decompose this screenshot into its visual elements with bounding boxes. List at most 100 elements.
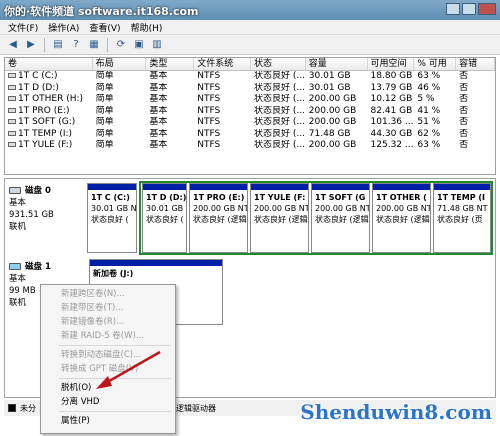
menu-new-mirrored-volume[interactable]: 新建镜像卷(R)... bbox=[41, 315, 175, 329]
settings-icon[interactable]: ▣ bbox=[132, 38, 146, 52]
partition-label: 1T C (C:) bbox=[91, 193, 130, 202]
volume-list: 卷 布局 类型 文件系统 状态 容量 可用空间 % 可用 容错 1T C (C:… bbox=[4, 57, 496, 175]
partition-g[interactable]: 1T SOFT (G 200.00 GB NT 状态良好 (逻辑 bbox=[311, 183, 370, 253]
menu-properties[interactable]: 属性(P) bbox=[41, 414, 175, 428]
partition-size: 71.48 GB NT bbox=[437, 204, 488, 213]
cell-free: 125.32 ... bbox=[370, 140, 414, 150]
cell-filesystem: NTFS bbox=[197, 140, 221, 150]
partition-i[interactable]: 1T TEMP (I 71.48 GB NT 状态良好 (页 bbox=[433, 183, 491, 253]
cell-status: 状态良好 (... bbox=[254, 94, 305, 104]
disk0-type: 基本 bbox=[9, 198, 27, 208]
menu-view[interactable]: 查看(V) bbox=[89, 21, 120, 34]
partition-size: 200.00 GB NT bbox=[376, 204, 430, 213]
maximize-button[interactable] bbox=[462, 3, 476, 15]
partition-label: 1T TEMP (I bbox=[437, 193, 485, 202]
col-header-status[interactable]: 状态 bbox=[251, 58, 306, 70]
menu-action[interactable]: 操作(A) bbox=[48, 21, 79, 34]
partition-status: 状态良好 (页 bbox=[437, 215, 483, 224]
menu-new-spanned-volume[interactable]: 新建跨区卷(N)... bbox=[41, 287, 175, 301]
menu-convert-dynamic[interactable]: 转换到动态磁盘(C)... bbox=[41, 348, 175, 362]
cell-percent-free: 63 % bbox=[417, 71, 441, 81]
cell-capacity: 30.01 GB bbox=[308, 82, 351, 93]
disk0-size: 931.51 GB bbox=[9, 210, 54, 220]
col-header-capacity[interactable]: 容量 bbox=[306, 58, 368, 70]
refresh-icon[interactable]: ⟳ bbox=[114, 38, 128, 52]
cell-percent-free: 41 % bbox=[417, 105, 441, 116]
menu-new-raid5-volume[interactable]: 新建 RAID-5 卷(W)... bbox=[41, 329, 175, 343]
partition-size: 30.01 GB N bbox=[146, 204, 186, 213]
table-row[interactable]: 1T OTHER (H:) 简单 基本 NTFS 状态良好 (... 200.00 GB 1… bbox=[5, 94, 495, 106]
col-header-free[interactable]: 可用空间 bbox=[368, 58, 415, 70]
partition-f[interactable]: 1T YULE (F: 200.00 GB NT 状态良好 (逻辑 bbox=[250, 183, 309, 253]
menu-detach-vhd[interactable]: 分离 VHD bbox=[41, 395, 175, 409]
menu-convert-gpt[interactable]: 转换成 GPT 磁盘(V) bbox=[41, 362, 175, 376]
back-arrow-icon[interactable]: ◀ bbox=[6, 38, 20, 52]
col-header-volume[interactable]: 卷 bbox=[5, 58, 93, 70]
menu-separator bbox=[59, 378, 171, 379]
table-row[interactable]: 1T D (D:) 简单 基本 NTFS 状态良好 (... 30.01 GB 13.79 … bbox=[5, 83, 495, 95]
cell-filesystem: NTFS bbox=[197, 105, 221, 116]
properties-icon[interactable]: ▦ bbox=[87, 38, 101, 52]
menu-offline[interactable]: 脱机(O) bbox=[41, 381, 175, 395]
menu-bar: 文件(F) 操作(A) 查看(V) 帮助(H) bbox=[0, 20, 500, 35]
partition-label: 1T OTHER ( bbox=[376, 193, 427, 202]
disk0-status: 联机 bbox=[9, 222, 27, 232]
cell-layout: 简单 bbox=[95, 71, 114, 81]
col-header-filesystem[interactable]: 文件系统 bbox=[194, 58, 251, 70]
partition-size: 30.01 GB N bbox=[91, 204, 136, 213]
table-row[interactable]: 1T PRO (E:) 简单 基本 NTFS 状态良好 (... 200.00 GB 82.… bbox=[5, 106, 495, 118]
menu-file[interactable]: 文件(F) bbox=[8, 21, 38, 34]
cell-type: 基本 bbox=[149, 117, 168, 127]
cell-volume: 1T C (C:) bbox=[5, 71, 93, 83]
cell-free: 101.36 ... bbox=[370, 117, 414, 127]
partition-size: 200.00 GB NT bbox=[315, 204, 369, 213]
menu-new-striped-volume[interactable]: 新建带区卷(T)... bbox=[41, 301, 175, 315]
partition-e[interactable]: 1T PRO (E:) 200.00 GB NT 状态良好 (逻辑 bbox=[189, 183, 248, 253]
list-view-icon[interactable]: ▤ bbox=[51, 38, 65, 52]
drive-icon bbox=[8, 130, 16, 136]
cell-volume: 1T PRO (E:) bbox=[5, 106, 93, 118]
partition-h[interactable]: 1T OTHER ( 200.00 GB NT 状态良好 (逻辑 bbox=[372, 183, 431, 253]
help-icon[interactable]: ? bbox=[69, 38, 83, 52]
cell-capacity: 200.00 GB bbox=[308, 105, 357, 116]
forward-arrow-icon[interactable]: ▶ bbox=[24, 38, 38, 52]
cell-layout: 简单 bbox=[95, 94, 114, 104]
cell-free: 10.12 GB bbox=[370, 94, 413, 104]
cell-volume: 1T OTHER (H:) bbox=[5, 94, 93, 106]
cell-filesystem: NTFS bbox=[197, 82, 221, 93]
partition-label: 1T PRO (E:) bbox=[193, 193, 245, 202]
col-header-type[interactable]: 类型 bbox=[146, 58, 195, 70]
table-row[interactable]: 1T TEMP (I:) 简单 基本 NTFS 状态良好 (... 71.48 GB 44.… bbox=[5, 129, 495, 141]
col-header-percent-free[interactable]: % 可用 bbox=[414, 58, 457, 70]
table-row[interactable]: 1T YULE (F:) 简单 基本 NTFS 状态良好 (... 200.00 GB 12… bbox=[5, 140, 495, 152]
cell-fault-tolerance: 否 bbox=[459, 140, 469, 150]
close-button[interactable] bbox=[478, 3, 496, 15]
cell-volume: 1T D (D:) bbox=[5, 83, 93, 95]
cell-percent-free: 63 % bbox=[417, 140, 441, 150]
cell-free: 18.80 GB bbox=[370, 71, 413, 81]
site-watermark: Shenduwin8.com bbox=[300, 400, 492, 424]
menu-help[interactable]: 帮助(H) bbox=[131, 21, 163, 34]
volume-name: 1T OTHER (H:) bbox=[18, 94, 84, 104]
cell-percent-free: 46 % bbox=[417, 82, 441, 93]
table-row[interactable]: 1T C (C:) 简单 基本 NTFS 状态良好 (... 30.01 GB 18.80 … bbox=[5, 71, 495, 83]
minimize-button[interactable] bbox=[446, 3, 460, 15]
drive-icon bbox=[8, 119, 16, 124]
partition-label: 1T SOFT (G bbox=[315, 193, 366, 202]
cell-layout: 简单 bbox=[95, 82, 114, 93]
col-header-fault-tolerance[interactable]: 容错 bbox=[456, 58, 495, 70]
col-header-layout[interactable]: 布局 bbox=[93, 58, 147, 70]
columns-icon[interactable]: ▥ bbox=[150, 38, 164, 52]
cell-capacity: 71.48 GB bbox=[308, 128, 351, 139]
primary-partition-bar bbox=[190, 184, 247, 190]
legend-unallocated-swatch bbox=[8, 404, 16, 412]
disk0-info[interactable]: 磁盘 0 基本 931.51 GB 联机 bbox=[9, 185, 87, 233]
partition-c[interactable]: 1T C (C:) 30.01 GB N 状态良好 ( bbox=[87, 183, 137, 253]
table-row[interactable]: 1T SOFT (G:) 简单 基本 NTFS 状态良好 (... 200.00 GB 10… bbox=[5, 117, 495, 129]
volume-rows: 1T C (C:) 简单 基本 NTFS 状态良好 (... 30.01 GB 18.80 … bbox=[5, 71, 495, 152]
primary-partition-bar bbox=[88, 184, 136, 190]
primary-partition-bar bbox=[90, 260, 222, 266]
menu-separator bbox=[59, 411, 171, 412]
cell-volume: 1T YULE (F:) bbox=[5, 140, 93, 152]
partition-d[interactable]: 1T D (D:) 30.01 GB N 状态良好 ( bbox=[142, 183, 187, 253]
